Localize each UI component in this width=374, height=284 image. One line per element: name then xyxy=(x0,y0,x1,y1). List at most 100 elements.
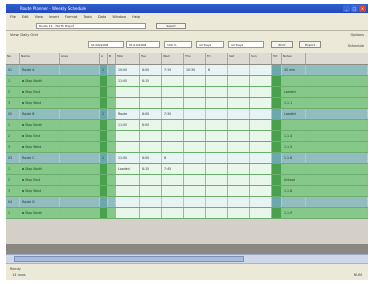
cell-tue[interactable]: 8:15 xyxy=(140,76,162,86)
cell-wed[interactable] xyxy=(162,142,184,152)
cell-sat[interactable] xyxy=(228,109,250,119)
cell-tue[interactable]: 8:15 xyxy=(140,164,162,174)
filter-select[interactable]: All Days xyxy=(228,41,264,48)
cell-sat[interactable] xyxy=(228,142,250,152)
cell-thu[interactable] xyxy=(184,98,206,108)
cell-name[interactable]: Stop North xyxy=(20,164,60,174)
cell-tue[interactable] xyxy=(140,208,162,218)
cell-fri[interactable] xyxy=(206,175,228,185)
cell-tue[interactable] xyxy=(140,87,162,97)
column-header[interactable]: Fri xyxy=(206,53,228,64)
cell-mon[interactable] xyxy=(116,98,140,108)
column-header[interactable]: Name xyxy=(20,53,60,64)
cell-thu[interactable] xyxy=(184,109,206,119)
cell-b[interactable] xyxy=(108,208,116,218)
menu-item[interactable]: Edit xyxy=(22,15,29,19)
column-header[interactable]: Mon xyxy=(116,53,140,64)
cell-name[interactable]: Stop West xyxy=(20,142,60,152)
cell-a[interactable] xyxy=(100,76,108,86)
cell-tue[interactable] xyxy=(140,175,162,185)
cell-mon[interactable] xyxy=(116,131,140,141)
cell-notes[interactable]: 1.1.8 xyxy=(282,186,306,196)
cell-name[interactable]: Stop West xyxy=(20,186,60,196)
table-row[interactable]: 1 Stop North 1.1.9 xyxy=(6,208,368,219)
cell-notes[interactable]: 1.1.9 xyxy=(282,208,306,218)
cell-notes[interactable]: 1.1.5 xyxy=(282,142,306,152)
cell-tot[interactable] xyxy=(272,65,282,75)
cell-wed[interactable] xyxy=(162,208,184,218)
cell-sun[interactable] xyxy=(250,175,272,185)
cell-mon[interactable]: 11:00 xyxy=(116,120,140,130)
range-select[interactable]: All Days xyxy=(196,41,224,48)
cell-a[interactable] xyxy=(100,208,108,218)
cell-thu[interactable] xyxy=(184,186,206,196)
cell-sat[interactable] xyxy=(228,175,250,185)
menu-item[interactable]: File xyxy=(10,15,16,19)
cell-notes[interactable]: Unload xyxy=(282,175,306,185)
cell-fri[interactable] xyxy=(206,131,228,141)
cell-b[interactable] xyxy=(108,186,116,196)
cell-a[interactable] xyxy=(100,120,108,130)
cell-sun[interactable] xyxy=(250,164,272,174)
cell-name[interactable]: Route C xyxy=(20,153,60,163)
cell-tue[interactable]: 8:00 xyxy=(140,109,162,119)
menu-item[interactable]: Tools xyxy=(83,15,92,19)
cell-mon[interactable] xyxy=(116,175,140,185)
menu-item[interactable]: Window xyxy=(112,15,126,19)
group-row[interactable]: 03 Route C 1 11:00 8:00 8 1.1.6 xyxy=(6,153,368,164)
cell-notes[interactable] xyxy=(282,120,306,130)
cell-wed[interactable] xyxy=(162,175,184,185)
cell-sat[interactable] xyxy=(228,98,250,108)
cell-area[interactable] xyxy=(60,197,100,207)
table-row[interactable]: 1 Stop North Loaded 8:15 7:45 xyxy=(6,164,368,175)
cell-b[interactable] xyxy=(108,153,116,163)
column-header[interactable]: Sun xyxy=(250,53,272,64)
cell-no-[interactable]: 04 xyxy=(6,197,20,207)
cell-thu[interactable] xyxy=(184,131,206,141)
cell-a[interactable]: 1 xyxy=(100,109,108,119)
cell-tot[interactable] xyxy=(272,98,282,108)
table-row[interactable]: 2 Stop East Loaded xyxy=(6,87,368,98)
cell-area[interactable] xyxy=(60,109,100,119)
cell-sat[interactable] xyxy=(228,164,250,174)
cell-name[interactable]: Stop East xyxy=(20,175,60,185)
cell-sat[interactable] xyxy=(228,76,250,86)
cell-sat[interactable] xyxy=(228,186,250,196)
cell-mon[interactable] xyxy=(116,186,140,196)
cell-a[interactable] xyxy=(100,98,108,108)
cell-wed[interactable] xyxy=(162,120,184,130)
group-row[interactable]: 02 Route B 1 Route 8:00 7:30 Loaded xyxy=(6,109,368,120)
column-header[interactable]: Sat xyxy=(228,53,250,64)
route-field[interactable]: Route 12 - North Depot xyxy=(36,23,146,29)
cell-sun[interactable] xyxy=(250,87,272,97)
cell-a[interactable] xyxy=(100,164,108,174)
column-header[interactable]: Thu xyxy=(184,53,206,64)
cell-mon[interactable] xyxy=(116,197,140,207)
cell-a[interactable]: 1 xyxy=(100,65,108,75)
cell-wed[interactable] xyxy=(162,131,184,141)
cell-notes[interactable]: 1.1.4 xyxy=(282,131,306,141)
cell-area[interactable] xyxy=(60,120,100,130)
cell-tot[interactable] xyxy=(272,197,282,207)
cell-thu[interactable] xyxy=(184,153,206,163)
schedule-label[interactable]: Schedule xyxy=(348,44,364,48)
cell-notes[interactable] xyxy=(282,76,306,86)
menu-item[interactable]: View xyxy=(35,15,43,19)
cell-sun[interactable] xyxy=(250,109,272,119)
cell-name[interactable]: Route B xyxy=(20,109,60,119)
cell-tue[interactable]: 8:00 xyxy=(140,153,162,163)
cell-sun[interactable] xyxy=(250,142,272,152)
cell-mon[interactable] xyxy=(116,208,140,218)
cell-name[interactable]: Stop North xyxy=(20,208,60,218)
close-icon[interactable]: × xyxy=(359,5,366,12)
cell-sat[interactable] xyxy=(228,87,250,97)
cell-name[interactable]: Stop West xyxy=(20,98,60,108)
cell-thu[interactable] xyxy=(184,175,206,185)
cell-area[interactable] xyxy=(60,65,100,75)
cell-mon[interactable] xyxy=(116,87,140,97)
cell-no-[interactable]: 3 xyxy=(6,142,20,152)
cell-tot[interactable] xyxy=(272,142,282,152)
cell-tue[interactable] xyxy=(140,131,162,141)
cell-b[interactable] xyxy=(108,98,116,108)
cell-wed[interactable]: 7:45 xyxy=(162,164,184,174)
